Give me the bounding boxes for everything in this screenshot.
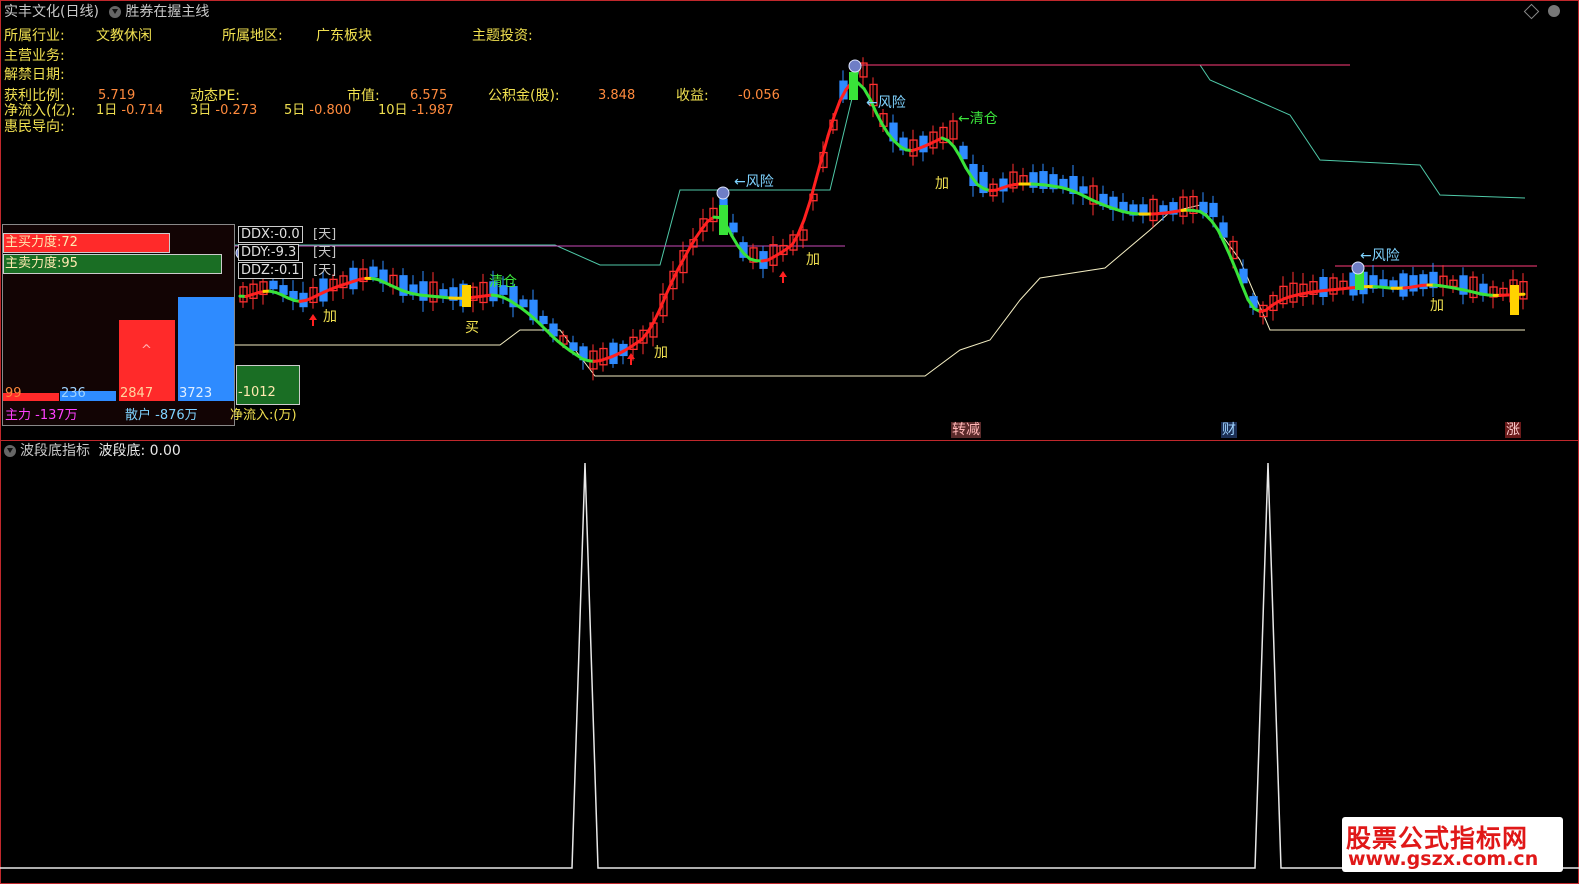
ddx-label: DDX:-0.0 [238, 226, 303, 243]
candle-body [1319, 276, 1328, 298]
add-signal-5: 加 [1430, 298, 1444, 314]
ma-line-segment [952, 145, 962, 158]
risk-signal-3: ←风险 [1360, 248, 1400, 264]
ma-line-segment [730, 234, 740, 248]
candle-body [539, 315, 548, 325]
ma-line-segment [694, 227, 704, 239]
candle-body [1379, 279, 1388, 287]
buy-force-label: 主买力度:72 [5, 235, 78, 250]
event-marker-rise[interactable]: 涨 [1505, 422, 1521, 438]
clear-signal-2: 清仓 [489, 274, 517, 290]
ma-line-segment [832, 99, 842, 119]
buy-arrow-icon [779, 271, 787, 283]
net-flow-value: -1012 [238, 385, 276, 400]
add-signal-1: 加 [323, 309, 337, 325]
candle-body [519, 299, 528, 308]
buy-force-bar: 主买力度:72 [3, 233, 170, 253]
candle-body [269, 280, 278, 290]
candle-body [569, 342, 578, 352]
risk-face-icon [848, 59, 862, 73]
candle-body [369, 266, 378, 278]
ddx-unit: [天] [313, 227, 337, 242]
ma-line-segment [814, 156, 824, 181]
ddy-value: DDY:-9.3 [241, 245, 297, 260]
ddz-label: DDZ:-0.1 [238, 262, 303, 279]
signal-candle [719, 205, 728, 235]
risk-signal-1: ←风险 [866, 95, 906, 111]
main-force-label: 主力 -137万 [5, 408, 78, 423]
candle-body [349, 267, 358, 290]
candle-body [439, 289, 448, 297]
net-flow-bar: -1012 [236, 365, 300, 405]
ma-line-segment [802, 200, 812, 222]
clear-signal-1: ←清仓 [958, 111, 998, 127]
signal-candle [849, 72, 858, 100]
event-marker-finance[interactable]: 财 [1221, 422, 1237, 438]
ddy-label: DDY:-9.3 [238, 244, 300, 261]
candle-body [1209, 202, 1218, 218]
candle-body [729, 222, 738, 233]
buy-signal: 买 [465, 320, 479, 336]
band-bottom-line [0, 462, 1579, 869]
volume-value-2: 236 [61, 386, 86, 401]
volume-value-1: 99 [5, 386, 22, 401]
candle-body [289, 290, 298, 300]
ddz-value: DDZ:-0.1 [241, 263, 300, 278]
ma-line-segment [652, 307, 662, 324]
buy-arrow-icon [309, 314, 317, 326]
retail-label: 散户 -876万 [125, 408, 198, 423]
sell-force-bar: 主卖力度:95 [3, 254, 222, 274]
candle-body [1079, 186, 1088, 194]
event-marker-reduce[interactable]: 转减 [951, 422, 981, 438]
risk-signal-2: ←风险 [734, 174, 774, 190]
candle-body [279, 285, 288, 295]
signal-candle [462, 285, 471, 307]
add-signal-2: 加 [654, 345, 668, 361]
ddz-unit: [天] [313, 263, 337, 278]
volume-value-4: 3723 [179, 386, 213, 401]
add-signal-4: 加 [935, 176, 949, 192]
event-reduce-text: 减 [966, 422, 980, 438]
watermark-line2: www.gszx.com.cn [1348, 848, 1539, 870]
candle-body [419, 281, 428, 301]
caret-icon: ^ [141, 343, 152, 358]
ddx-value: DDX:-0.0 [241, 227, 300, 242]
candle-body [1399, 273, 1408, 297]
signal-candle [1510, 285, 1519, 315]
risk-face-icon [716, 186, 730, 200]
ddy-unit: [天] [313, 245, 337, 260]
volume-value-3: 2847 [120, 386, 154, 401]
sell-force-label: 主卖力度:95 [5, 256, 78, 271]
fund-flow-panel: 主买力度:72 主卖力度:95 ^ 99 236 2847 3723 主力 -1… [2, 224, 235, 426]
ma-line-segment [1240, 283, 1250, 302]
candle-body [1389, 280, 1398, 288]
buy-arrow-icon [627, 353, 635, 365]
watermark-logo: 股票公式指标网 www.gszx.com.cn [1342, 817, 1563, 872]
add-signal-3: 加 [806, 252, 820, 268]
netflow-unit-label: 净流入:(万) [230, 408, 297, 423]
event-reduce-prefix: 转 [952, 422, 966, 438]
